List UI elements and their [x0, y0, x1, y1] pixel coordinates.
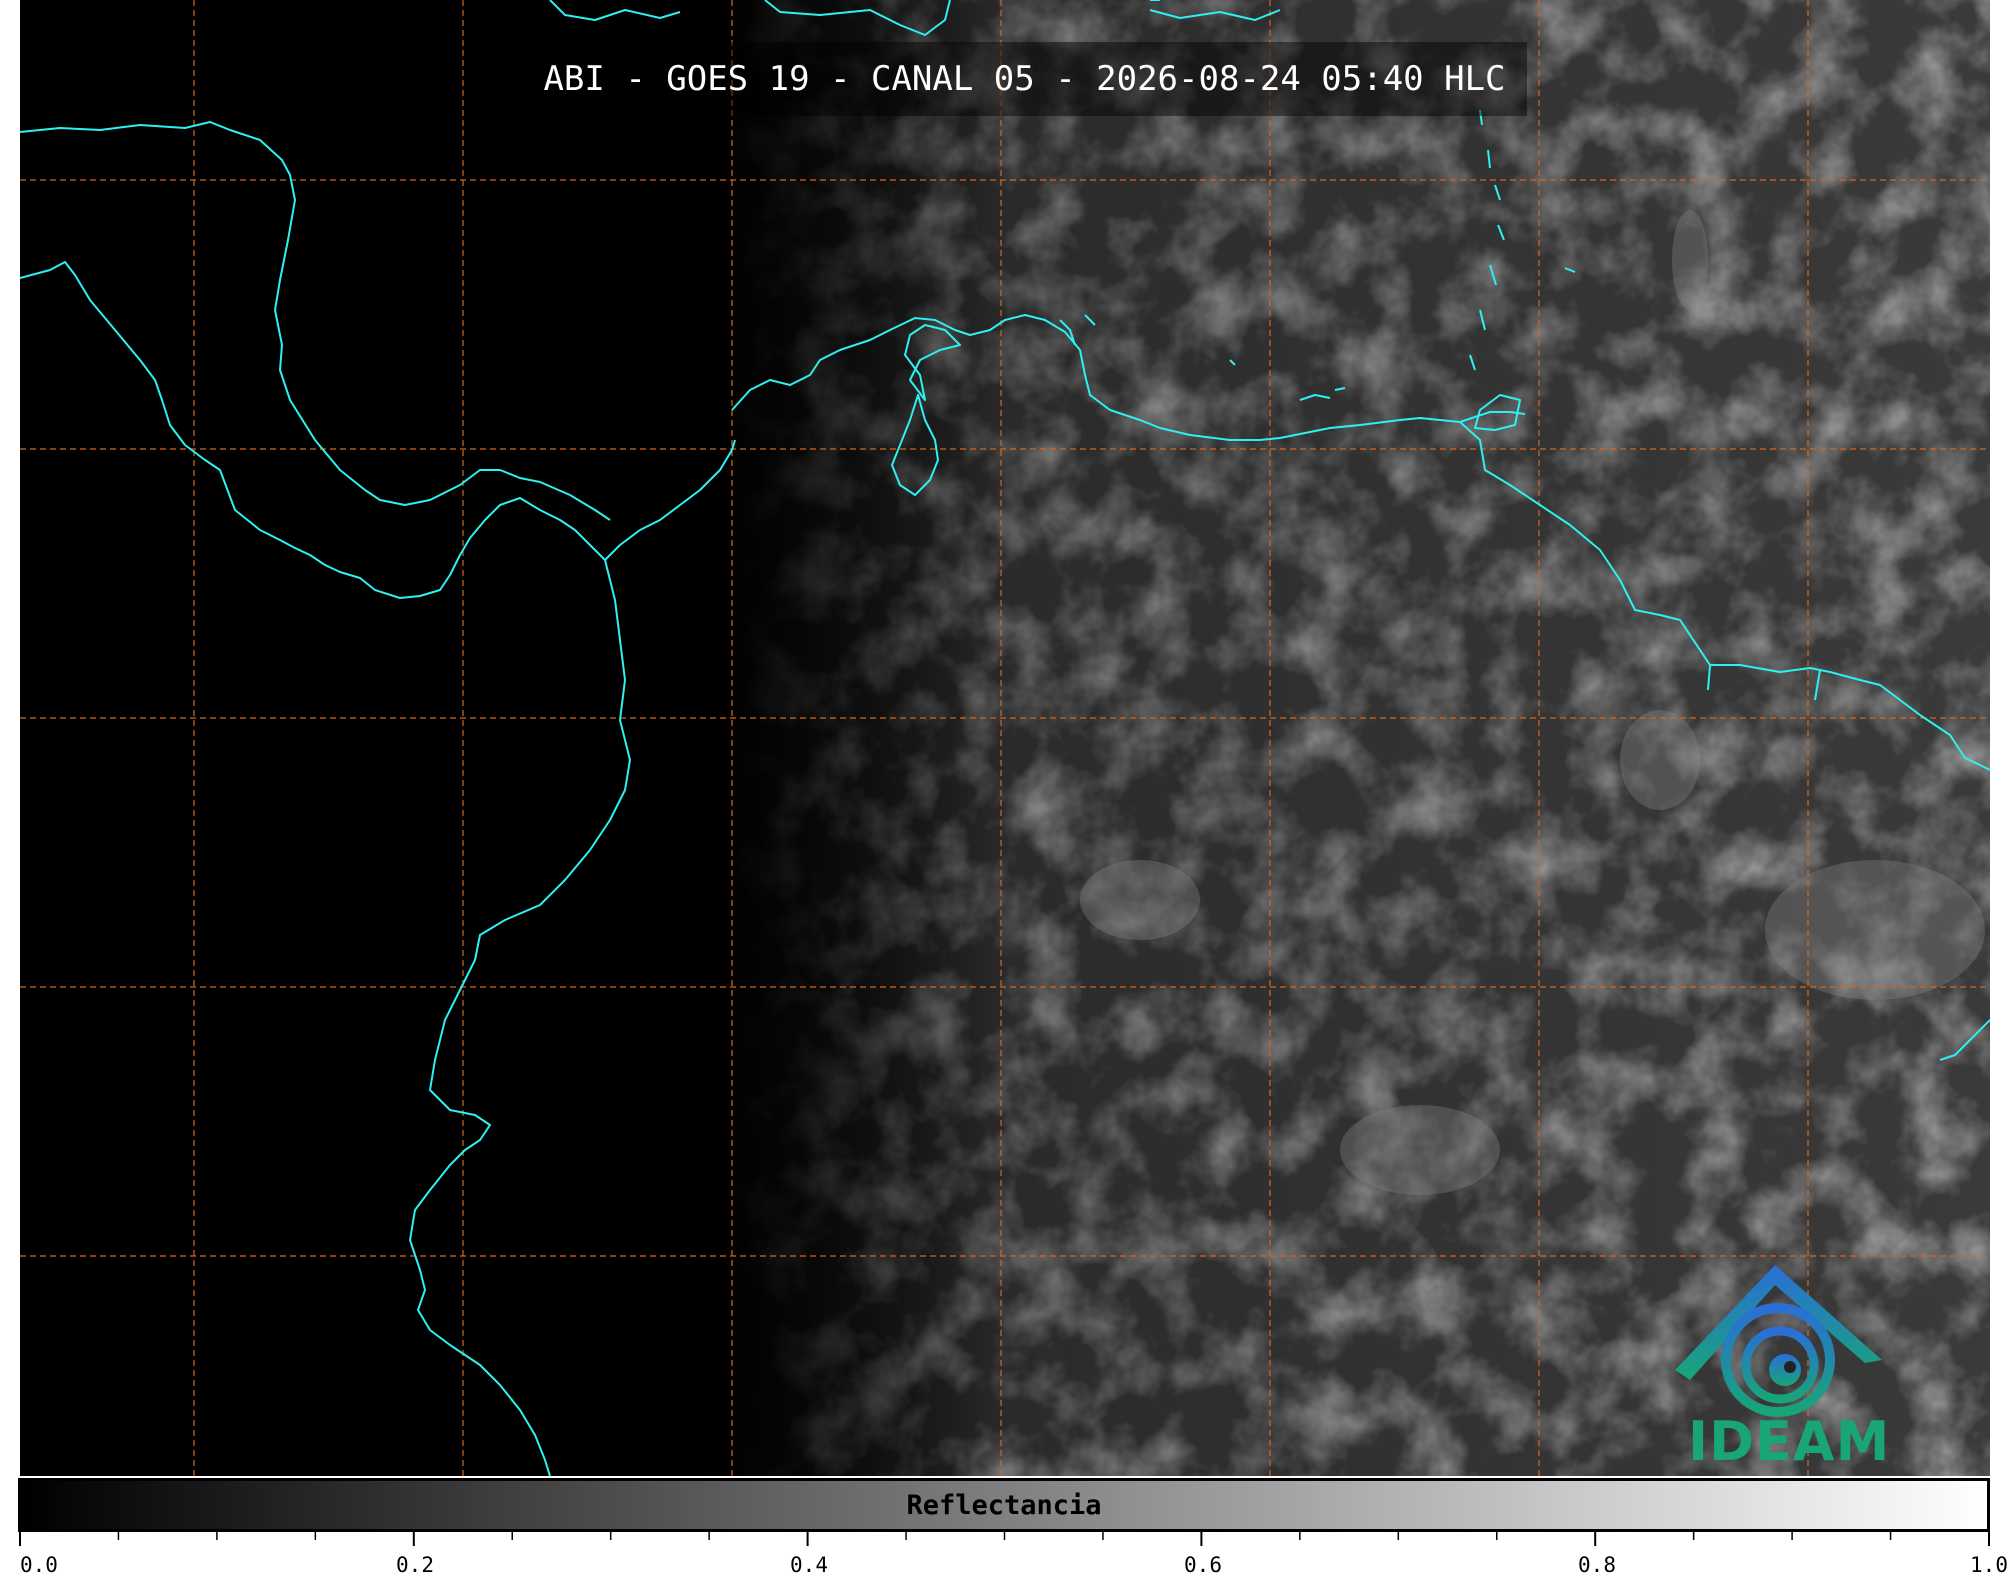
colorbar-label: Reflectancia — [906, 1489, 1102, 1521]
satellite-map-page: ABI - GOES 19 - CANAL 05 - 2026-08-24 05… — [0, 0, 2011, 1577]
tick-label-5: 1.0 — [1970, 1553, 2008, 1577]
title-banner: ABI - GOES 19 - CANAL 05 - 2026-08-24 05… — [522, 42, 1527, 116]
map-title: ABI - GOES 19 - CANAL 05 - 2026-08-24 05… — [543, 59, 1506, 99]
logo-wordmark: IDEAM — [1688, 1410, 1891, 1473]
tick-label-3: 0.6 — [1184, 1553, 1222, 1577]
tick-label-1: 0.2 — [396, 1553, 434, 1577]
tick-label-0: 0.0 — [20, 1553, 58, 1577]
colorbar-ticks — [19, 1532, 1990, 1546]
colorbar: Reflectancia — [18, 1478, 1990, 1532]
tick-label-2: 0.4 — [790, 1553, 828, 1577]
tick-label-4: 0.8 — [1578, 1553, 1616, 1577]
